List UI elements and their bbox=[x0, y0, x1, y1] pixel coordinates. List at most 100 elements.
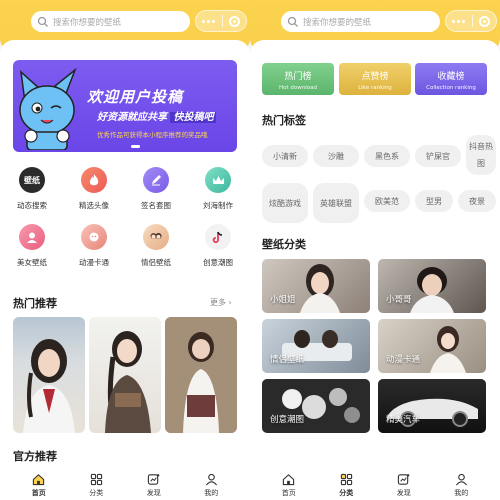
rank-sub: Like ranking bbox=[358, 85, 392, 91]
category-tile[interactable]: 小姐姐 bbox=[262, 259, 370, 313]
banner-slogan-right: 快投稿吧 bbox=[170, 112, 217, 123]
category-label: 小姐姐 bbox=[270, 295, 296, 305]
grid-item-beauty-wallpaper[interactable]: 美女壁纸 bbox=[5, 224, 59, 274]
grid-item-creative[interactable]: 创意潮图 bbox=[191, 224, 245, 274]
grid-item-dynamic-search[interactable]: 壁纸 动态搜索 bbox=[5, 167, 59, 217]
hot-section-title: 热门推荐 bbox=[13, 297, 57, 310]
search-icon bbox=[287, 16, 298, 27]
search-placeholder: 搜索你想要的壁纸 bbox=[53, 17, 122, 28]
tag-item[interactable]: 英雄联盟 bbox=[313, 183, 359, 223]
tag-item[interactable]: 小清新 bbox=[262, 145, 308, 167]
tab-bar: 首页 分类 发现 我的 bbox=[10, 471, 240, 500]
home-icon bbox=[283, 474, 295, 486]
search-bar[interactable]: 搜索你想要的壁纸 bbox=[31, 11, 190, 32]
more-icon[interactable] bbox=[452, 19, 465, 23]
category-tile[interactable]: 情侣壁纸 bbox=[262, 319, 370, 373]
category-label: 动漫卡通 bbox=[386, 355, 421, 365]
tab-home[interactable]: 首页 bbox=[269, 473, 309, 498]
rank-like-button[interactable]: 点赞榜 Like ranking bbox=[339, 63, 411, 95]
banner-note: 优秀作品可获得本小程序推荐的奖品哦 bbox=[97, 131, 208, 139]
hot-photo-1[interactable] bbox=[13, 317, 85, 433]
tag-item[interactable]: 铲屎官 bbox=[415, 145, 461, 167]
wallpaper-logo-icon: 壁纸 bbox=[19, 167, 45, 193]
rank-title: 热门榜 bbox=[284, 72, 312, 82]
tab-label: 分类 bbox=[339, 489, 354, 497]
anime-icon bbox=[81, 224, 107, 250]
grid-item-signature-set[interactable]: 签名套图 bbox=[129, 167, 183, 217]
banner-title: 欢迎用户投稿 bbox=[87, 88, 184, 106]
category-label: 创意潮图 bbox=[270, 415, 305, 425]
grid-icon bbox=[90, 473, 102, 486]
hot-photo-3[interactable] bbox=[165, 317, 237, 433]
user-icon bbox=[205, 473, 217, 486]
more-icon[interactable] bbox=[202, 19, 215, 23]
rank-hot-button[interactable]: 热门榜 Hot download bbox=[262, 63, 334, 95]
tab-category[interactable]: 分类 bbox=[326, 473, 366, 498]
tab-discover[interactable]: 发现 bbox=[384, 473, 424, 498]
rank-sub: Hot download bbox=[278, 85, 317, 91]
tag-item[interactable]: 黑色系 bbox=[364, 145, 410, 167]
tag-item[interactable]: 炫酷游戏 bbox=[262, 183, 308, 223]
tag-item[interactable]: 夜景 bbox=[458, 190, 496, 212]
grid-label: 创意潮图 bbox=[203, 258, 233, 267]
user-icon bbox=[455, 473, 467, 486]
grid-label: 美女壁纸 bbox=[17, 258, 47, 267]
grid-label: 精选头像 bbox=[79, 201, 109, 210]
mini-program-capsule[interactable] bbox=[195, 10, 247, 32]
rank-sub: Collection ranking bbox=[426, 85, 476, 91]
banner[interactable]: 欢迎用户投稿 好资源就应共享 快投稿吧 优秀作品可获得本小程序推荐的奖品哦 bbox=[13, 60, 237, 152]
mini-program-capsule[interactable] bbox=[445, 10, 497, 32]
category-tile[interactable]: 创意潮图 bbox=[262, 379, 370, 433]
couple-icon bbox=[143, 224, 169, 250]
close-miniapp-icon[interactable] bbox=[229, 15, 240, 27]
grid-item-notch-maker[interactable]: 刘海制作 bbox=[191, 167, 245, 217]
official-section-title: 官方推荐 bbox=[13, 450, 57, 463]
more-label: 更多 bbox=[210, 298, 226, 307]
grid-item-featured-avatar[interactable]: 精选头像 bbox=[67, 167, 121, 217]
banner-slogan: 好资源就应共享 快投稿吧 bbox=[97, 108, 217, 123]
rank-title: 点赞榜 bbox=[361, 72, 389, 82]
discover-icon bbox=[398, 474, 410, 485]
tag-item[interactable]: 沙雕 bbox=[313, 145, 359, 167]
tags-section-title: 热门标签 bbox=[262, 114, 306, 127]
tab-mine[interactable]: 我的 bbox=[441, 473, 481, 498]
tab-label: 首页 bbox=[281, 489, 296, 497]
tab-home[interactable]: 首页 bbox=[19, 473, 59, 498]
search-placeholder: 搜索你想要的壁纸 bbox=[303, 17, 372, 28]
tag-item[interactable]: 欧美范 bbox=[364, 190, 410, 212]
rank-collect-button[interactable]: 收藏榜 Collection ranking bbox=[415, 63, 487, 95]
tab-label: 分类 bbox=[89, 489, 104, 497]
flame-icon bbox=[81, 167, 107, 193]
grid-icon bbox=[340, 473, 352, 486]
category-tile[interactable]: 精美汽车 bbox=[378, 379, 486, 433]
category-label: 精美汽车 bbox=[386, 415, 421, 425]
search-bar[interactable]: 搜索你想要的壁纸 bbox=[281, 11, 440, 32]
grid-label: 刘海制作 bbox=[203, 201, 233, 210]
banner-indicator bbox=[131, 145, 140, 148]
rank-title: 收藏榜 bbox=[437, 72, 465, 82]
tab-label: 首页 bbox=[31, 489, 46, 497]
category-section-title: 壁纸分类 bbox=[262, 238, 306, 251]
category-label: 情侣壁纸 bbox=[270, 355, 305, 365]
tab-label: 我的 bbox=[454, 489, 469, 497]
hot-photo-2[interactable] bbox=[89, 317, 161, 433]
grid-item-anime[interactable]: 动漫卡通 bbox=[67, 224, 121, 274]
portrait-icon bbox=[19, 224, 45, 250]
tab-bar: 首页 分类 发现 我的 bbox=[260, 471, 490, 500]
tab-label: 发现 bbox=[146, 489, 161, 497]
category-tile[interactable]: 小哥哥 bbox=[378, 259, 486, 313]
tag-item[interactable]: 抖音热图 bbox=[466, 135, 496, 175]
tab-label: 发现 bbox=[396, 489, 411, 497]
tag-item[interactable]: 型男 bbox=[415, 190, 453, 212]
category-label: 小哥哥 bbox=[386, 295, 412, 305]
home-icon bbox=[33, 474, 45, 486]
grid-item-couple[interactable]: 情侣壁纸 bbox=[129, 224, 183, 274]
category-tile[interactable]: 动漫卡通 bbox=[378, 319, 486, 373]
tiktok-icon bbox=[205, 224, 231, 250]
pen-icon bbox=[143, 167, 169, 193]
close-miniapp-icon[interactable] bbox=[479, 15, 490, 27]
tab-category[interactable]: 分类 bbox=[76, 473, 116, 498]
hot-more-link[interactable]: 更多 › bbox=[210, 297, 232, 308]
tab-discover[interactable]: 发现 bbox=[134, 473, 174, 498]
tab-mine[interactable]: 我的 bbox=[191, 473, 231, 498]
